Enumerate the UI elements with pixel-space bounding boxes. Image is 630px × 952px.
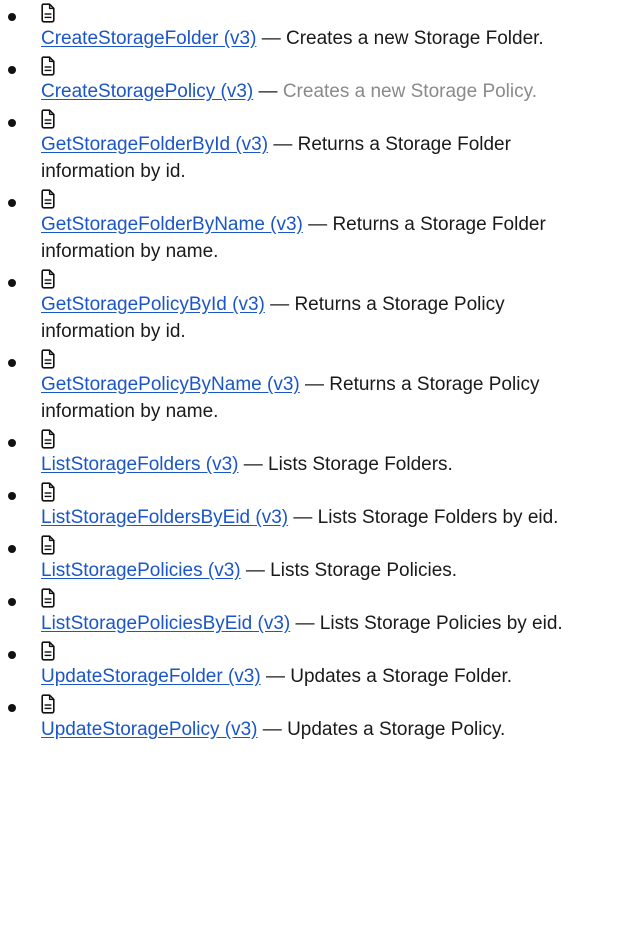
api-description: Lists Storage Policies. xyxy=(270,560,458,581)
api-link[interactable]: GetStorageFolderById (v3) xyxy=(41,134,268,155)
api-description: Lists Storage Folders by eid. xyxy=(317,507,559,528)
api-link[interactable]: ListStoragePoliciesByEid (v3) xyxy=(41,613,290,634)
separator: — xyxy=(295,613,320,634)
separator: — xyxy=(273,134,298,155)
document-icon xyxy=(41,641,55,661)
document-icon xyxy=(41,189,55,209)
api-link[interactable]: GetStorageFolderByName (v3) xyxy=(41,214,303,235)
api-description: Lists Storage Folders. xyxy=(268,454,453,475)
api-link[interactable]: GetStoragePolicyById (v3) xyxy=(41,294,265,315)
list-item: GetStorageFolderByName (v3) — Returns a … xyxy=(8,189,601,265)
list-item: GetStoragePolicyById (v3) — Returns a St… xyxy=(8,269,601,345)
api-link[interactable]: UpdateStorageFolder (v3) xyxy=(41,666,261,687)
list-item: GetStoragePolicyByName (v3) — Returns a … xyxy=(8,349,601,425)
list-item: UpdateStoragePolicy (v3) — Updates a Sto… xyxy=(8,694,601,743)
bullet xyxy=(8,492,16,500)
bullet xyxy=(8,359,16,367)
separator: — xyxy=(293,507,318,528)
api-link[interactable]: ListStoragePolicies (v3) xyxy=(41,560,241,581)
api-description: Updates a Storage Policy. xyxy=(287,719,506,740)
document-icon xyxy=(41,482,55,502)
bullet xyxy=(8,199,16,207)
api-link[interactable]: UpdateStoragePolicy (v3) xyxy=(41,719,258,740)
bullet xyxy=(8,439,16,447)
bullet xyxy=(8,545,16,553)
separator: — xyxy=(270,294,295,315)
separator: — xyxy=(308,214,333,235)
api-method-list: CreateStorageFolder (v3) — Creates a new… xyxy=(0,3,630,743)
separator: — xyxy=(265,666,291,687)
list-item: CreateStorageFolder (v3) — Creates a new… xyxy=(8,3,601,52)
document-icon xyxy=(41,588,55,608)
bullet xyxy=(8,704,16,712)
bullet xyxy=(8,13,16,21)
document-icon xyxy=(41,694,55,714)
bullet xyxy=(8,598,16,606)
document-icon xyxy=(41,269,55,289)
document-icon xyxy=(41,109,55,129)
document-icon xyxy=(41,429,55,449)
document-icon xyxy=(41,3,55,23)
api-description: Creates a new Storage Folder. xyxy=(286,28,544,49)
separator: — xyxy=(305,374,330,395)
api-link[interactable]: ListStorageFolders (v3) xyxy=(41,454,238,475)
list-item: GetStorageFolderById (v3) — Returns a St… xyxy=(8,109,601,185)
bullet xyxy=(8,651,16,659)
list-item: UpdateStorageFolder (v3) — Updates a Sto… xyxy=(8,641,601,690)
api-link[interactable]: CreateStoragePolicy (v3) xyxy=(41,81,253,102)
api-description: Updates a Storage Folder. xyxy=(290,666,513,687)
bullet xyxy=(8,279,16,287)
document-icon xyxy=(41,349,55,369)
api-link[interactable]: GetStoragePolicyByName (v3) xyxy=(41,374,300,395)
separator: — xyxy=(262,719,288,740)
api-link[interactable]: ListStorageFoldersByEid (v3) xyxy=(41,507,288,528)
separator: — xyxy=(261,28,286,49)
list-item: ListStoragePoliciesByEid (v3) — Lists St… xyxy=(8,588,601,637)
separator: — xyxy=(258,81,283,102)
separator: — xyxy=(245,560,271,581)
api-description: Lists Storage Policies by eid. xyxy=(319,613,563,634)
bullet xyxy=(8,66,16,74)
separator: — xyxy=(243,454,269,475)
document-icon xyxy=(41,535,55,555)
list-item: ListStorageFolders (v3) — Lists Storage … xyxy=(8,429,601,478)
document-icon xyxy=(41,56,55,76)
api-link[interactable]: CreateStorageFolder (v3) xyxy=(41,28,256,49)
list-item: ListStorageFoldersByEid (v3) — Lists Sto… xyxy=(8,482,601,531)
list-item: CreateStoragePolicy (v3) — Creates a new… xyxy=(8,56,601,105)
api-description: Creates a new Storage Policy. xyxy=(282,81,537,102)
list-item: ListStoragePolicies (v3) — Lists Storage… xyxy=(8,535,601,584)
bullet xyxy=(8,119,16,127)
